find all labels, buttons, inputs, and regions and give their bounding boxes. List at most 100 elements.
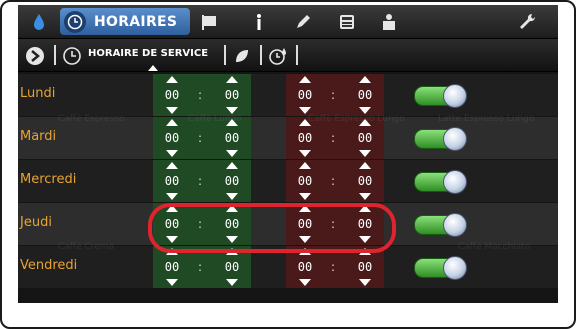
start-hour-value[interactable]: 00	[159, 88, 185, 102]
toggle-knob	[443, 170, 467, 194]
start-minute-down-arrow-icon[interactable]	[226, 107, 238, 114]
edit-button[interactable]	[288, 9, 318, 34]
end-time-block: 00:00	[286, 160, 384, 202]
start-minute-down-arrow-icon[interactable]	[226, 193, 238, 200]
flag-button[interactable]	[194, 9, 224, 34]
end-hour-value[interactable]: 00	[292, 260, 318, 274]
end-minute-up-arrow-icon[interactable]	[359, 162, 371, 169]
day-enabled-toggle[interactable]	[414, 256, 467, 280]
time-separator: :	[331, 260, 336, 274]
top-toolbar: HORAIRES	[18, 5, 558, 39]
settings-button[interactable]	[510, 9, 544, 34]
end-minute-up-arrow-icon[interactable]	[359, 76, 371, 83]
tab-horaires[interactable]: HORAIRES	[60, 8, 190, 35]
person-button[interactable]	[374, 9, 404, 34]
start-time-block: 00:00	[153, 160, 251, 202]
start-hour-down-arrow-icon[interactable]	[166, 193, 178, 200]
info-button[interactable]	[244, 9, 274, 34]
schedule-row: Lundi 00:00 00:00	[18, 74, 558, 116]
device-frame: HORAIRES HORAIRE DE SERVICE Lundi 00: 0…	[0, 0, 576, 329]
day-enabled-toggle[interactable]	[414, 127, 467, 151]
service-hours-button[interactable]	[60, 43, 84, 68]
end-hour-value[interactable]: 00	[292, 174, 318, 188]
chevron-right-icon	[26, 46, 44, 65]
end-minute-value[interactable]: 00	[352, 88, 378, 102]
person-icon	[383, 13, 395, 30]
start-time-block: 00:00	[153, 74, 251, 116]
start-hour-up-arrow-icon[interactable]	[166, 162, 178, 169]
end-hour-up-arrow-icon[interactable]	[299, 76, 311, 83]
start-minute-value[interactable]: 00	[219, 260, 245, 274]
start-minute-value[interactable]: 00	[219, 174, 245, 188]
end-minute-down-arrow-icon[interactable]	[359, 279, 371, 286]
day-label: Jeudi	[20, 215, 52, 230]
subbar-divider	[260, 45, 262, 65]
time-separator: :	[198, 174, 203, 188]
start-minute-up-arrow-icon[interactable]	[226, 162, 238, 169]
subbar-divider	[54, 45, 56, 65]
start-hour-up-arrow-icon[interactable]	[166, 119, 178, 126]
start-minute-value[interactable]: 00	[219, 131, 245, 145]
subbar-divider	[296, 45, 298, 65]
day-enabled-toggle[interactable]	[414, 84, 467, 108]
sub-toolbar: HORAIRE DE SERVICE	[18, 39, 558, 72]
toggle-knob	[443, 84, 467, 108]
end-time-block: 00:00	[286, 74, 384, 116]
eco-button[interactable]	[230, 43, 254, 68]
end-minute-value[interactable]: 00	[352, 131, 378, 145]
wrench-icon	[520, 13, 536, 29]
start-hour-value[interactable]: 00	[159, 260, 185, 274]
start-hour-down-arrow-icon[interactable]	[166, 150, 178, 157]
start-minute-down-arrow-icon[interactable]	[226, 150, 238, 157]
end-hour-down-arrow-icon[interactable]	[299, 193, 311, 200]
start-hour-value[interactable]: 00	[159, 174, 185, 188]
end-minute-value[interactable]: 00	[352, 174, 378, 188]
next-button[interactable]	[22, 43, 48, 68]
grid-icon	[340, 14, 354, 29]
watermark-text: Latte Espresso Lungo	[438, 114, 535, 124]
drop-button[interactable]	[26, 9, 52, 34]
watermark-text: Caffè Espresso Lungo	[308, 114, 405, 124]
day-label: Lundi	[20, 86, 56, 101]
grid-button[interactable]	[332, 9, 362, 34]
leaf-icon	[236, 49, 248, 62]
toggle-knob	[443, 127, 467, 151]
watermark-text: Caffè Lungo	[188, 114, 242, 124]
active-pointer	[148, 65, 158, 71]
day-enabled-toggle[interactable]	[414, 213, 467, 237]
end-hour-down-arrow-icon[interactable]	[299, 279, 311, 286]
end-hour-value[interactable]: 00	[292, 88, 318, 102]
info-icon	[257, 13, 261, 30]
end-hour-value[interactable]: 00	[292, 131, 318, 145]
time-separator: :	[331, 174, 336, 188]
start-minute-value[interactable]: 00	[219, 88, 245, 102]
timer-drop-icon	[269, 47, 286, 65]
pencil-icon	[297, 14, 310, 28]
end-minute-down-arrow-icon[interactable]	[359, 193, 371, 200]
end-hour-down-arrow-icon[interactable]	[299, 107, 311, 114]
day-enabled-toggle[interactable]	[414, 170, 467, 194]
drop-icon	[34, 13, 44, 30]
end-minute-down-arrow-icon[interactable]	[359, 107, 371, 114]
day-label: Mercredi	[20, 172, 77, 187]
tab-horaires-label: HORAIRES	[94, 13, 178, 30]
timer-button[interactable]	[266, 43, 290, 68]
start-minute-up-arrow-icon[interactable]	[226, 76, 238, 83]
start-hour-down-arrow-icon[interactable]	[166, 279, 178, 286]
start-hour-value[interactable]: 00	[159, 131, 185, 145]
start-hour-down-arrow-icon[interactable]	[166, 107, 178, 114]
day-label: Mardi	[20, 129, 57, 144]
end-hour-down-arrow-icon[interactable]	[299, 150, 311, 157]
toggle-knob	[443, 256, 467, 280]
end-minute-down-arrow-icon[interactable]	[359, 150, 371, 157]
start-hour-up-arrow-icon[interactable]	[166, 76, 178, 83]
day-label: Vendredi	[20, 258, 78, 273]
end-hour-up-arrow-icon[interactable]	[299, 162, 311, 169]
highlight-jeudi-row	[148, 203, 396, 253]
flag-icon	[202, 14, 216, 30]
time-separator: :	[331, 131, 336, 145]
start-minute-down-arrow-icon[interactable]	[226, 279, 238, 286]
clock-settings-icon	[63, 46, 81, 65]
watermark-text: Caffè Macchiato	[458, 242, 531, 252]
end-minute-value[interactable]: 00	[352, 260, 378, 274]
